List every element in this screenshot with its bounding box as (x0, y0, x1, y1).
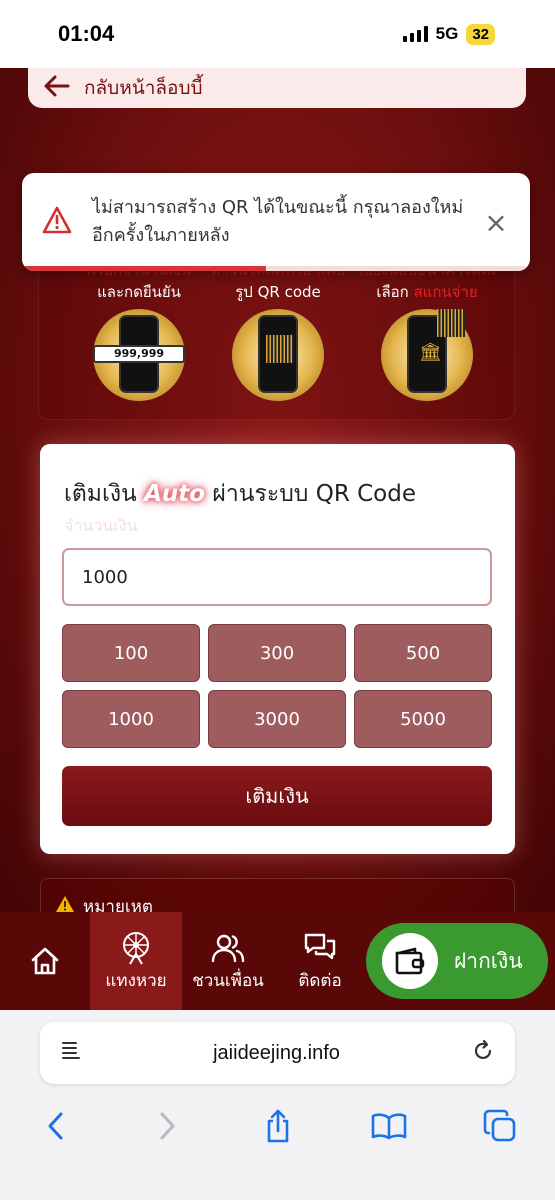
battery-badge: 32 (466, 23, 495, 45)
qr-topup-card: เติมเงิน Auto ผ่านระบบ QR Code จำนวนเงิน… (40, 444, 515, 854)
wallet-icon (382, 933, 438, 989)
amount-input[interactable] (62, 548, 492, 606)
back-icon[interactable] (36, 1106, 76, 1146)
nav-contact[interactable]: ติดต่อ (274, 912, 366, 1010)
phone-icon (258, 315, 298, 393)
reader-icon[interactable] (60, 1040, 82, 1066)
forward-icon[interactable] (147, 1106, 187, 1146)
url-bar[interactable]: jaiideejing.info (40, 1022, 515, 1084)
warning-icon (55, 895, 75, 913)
toast-progress (22, 266, 530, 271)
status-time: 01:04 (58, 21, 115, 46)
note-header: หมายเหตุ (55, 893, 153, 913)
title-prefix: เติมเงิน (64, 481, 137, 507)
phone-amount-illustration: 999,999 (93, 309, 185, 401)
status-bar: 01:04 5G 32 (0, 0, 555, 68)
preset-3000-button[interactable]: 3000 (208, 690, 346, 748)
note-title: หมายเหตุ (83, 897, 153, 913)
preset-100-button[interactable]: 100 (62, 624, 200, 682)
url-text: jaiideejing.info (213, 1041, 340, 1064)
tabs-icon[interactable] (480, 1106, 520, 1146)
note-box: หมายเหตุ (40, 878, 515, 913)
nav-invite[interactable]: ชวนเพื่อน (182, 912, 274, 1010)
step-line2: เลือก (376, 283, 409, 301)
browser-toolbar (0, 1090, 555, 1200)
toast-message: ไม่สามารถสร้าง QR ได้ในขณะนี้ กรุณาลองให… (92, 197, 464, 246)
qr-code-icon (266, 335, 294, 363)
step-line2: และกดยืนยัน (97, 283, 181, 301)
deposit-button[interactable]: ฝากเงิน (366, 923, 548, 999)
home-icon (29, 942, 61, 980)
amount-label: จำนวนเงิน (64, 516, 138, 535)
browser-url-area: jaiideejing.info (0, 1010, 555, 1090)
step-line2: รูป QR code (235, 283, 321, 301)
nav-label: ติดต่อ (298, 970, 342, 991)
topup-submit-button[interactable]: เติมเงิน (62, 766, 492, 826)
preset-amounts: 100 300 500 1000 3000 5000 (62, 624, 492, 748)
status-indicators: 5G 32 (402, 23, 495, 45)
bank-scan-illustration: 🏛 (381, 309, 473, 401)
warning-icon (42, 206, 76, 238)
close-icon[interactable]: × (482, 206, 510, 239)
deposit-label: ฝากเงิน (454, 948, 523, 973)
title-auto: Auto (144, 481, 206, 507)
toast-progress-fill (22, 266, 266, 271)
amount-display: 999,999 (93, 345, 185, 363)
page-content: กลับหน้าล็อบบี้ 1 กรอกจำนวนเงิน และกดยืน… (0, 68, 555, 913)
title-suffix: ผ่านระบบ QR Code (212, 481, 416, 507)
back-arrow-icon (44, 75, 70, 102)
card-title: เติมเงิน Auto ผ่านระบบ QR Code (64, 476, 416, 512)
lottery-wheel-icon (118, 929, 154, 967)
preset-300-button[interactable]: 300 (208, 624, 346, 682)
error-toast: ไม่สามารถสร้าง QR ได้ในขณะนี้ กรุณาลองให… (22, 173, 530, 271)
network-label: 5G (435, 24, 459, 43)
nav-home[interactable] (0, 912, 90, 1010)
step-highlight: สแกนจ่าย (413, 283, 478, 301)
back-label: กลับหน้าล็อบบี้ (84, 77, 203, 99)
nav-label: ชวนเพื่อน (192, 970, 264, 991)
nav-label: แทงหวย (105, 970, 167, 991)
signal-icon (402, 26, 428, 42)
preset-1000-button[interactable]: 1000 (62, 690, 200, 748)
preset-500-button[interactable]: 500 (354, 624, 492, 682)
bookmarks-icon[interactable] (369, 1106, 409, 1146)
bottom-nav: แทงหวย ชวนเพื่อน ติดต่อ ฝากเงิน (0, 912, 555, 1010)
chat-icon (303, 929, 337, 967)
users-icon (211, 929, 245, 967)
preset-5000-button[interactable]: 5000 (354, 690, 492, 748)
bank-icon: 🏛 (419, 342, 442, 363)
qr-code-icon (437, 309, 465, 337)
nav-lottery[interactable]: แทงหวย (90, 912, 182, 1010)
share-icon[interactable] (258, 1106, 298, 1146)
reload-icon[interactable] (471, 1039, 495, 1067)
phone-qr-illustration (232, 309, 324, 401)
back-to-lobby-button[interactable]: กลับหน้าล็อบบี้ (28, 68, 526, 108)
